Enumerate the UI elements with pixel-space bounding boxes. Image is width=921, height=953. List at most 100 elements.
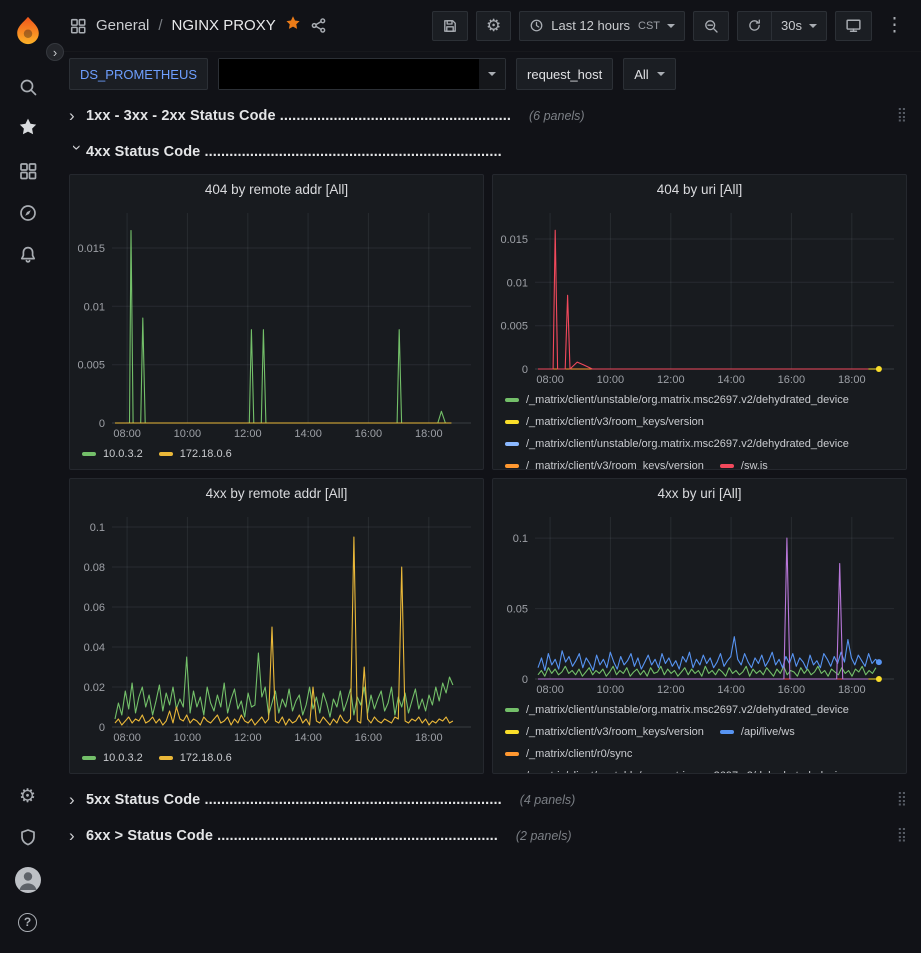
legend-label: /_matrix/client/unstable/org.matrix.msc2… — [526, 394, 849, 406]
legend-item[interactable]: /_matrix/client/v3/room_keys/version — [505, 411, 704, 433]
row-header-1xx-3xx-2xx[interactable]: › 1xx - 3xx - 2xx Status Code ..........… — [69, 102, 907, 129]
bell-icon — [18, 245, 38, 265]
legend-swatch-icon — [82, 756, 96, 760]
chart-legend: /_matrix/client/unstable/org.matrix.msc2… — [493, 699, 906, 773]
sidebar-item-explore[interactable] — [6, 192, 50, 234]
legend-item[interactable]: 172.18.0.6 — [159, 747, 232, 769]
legend-item[interactable]: /_matrix/client/v3/room_keys/version — [505, 455, 704, 469]
sidebar-item-profile[interactable] — [6, 859, 50, 901]
sidebar-item-alerting[interactable] — [6, 234, 50, 276]
legend-label: 172.18.0.6 — [180, 752, 232, 764]
svg-text:0.08: 0.08 — [84, 562, 105, 574]
chevron-right-icon: › — [69, 107, 86, 124]
cycle-view-mode-button[interactable] — [835, 11, 872, 41]
row-header-6xx[interactable]: › 6xx > Status Code ....................… — [69, 822, 907, 849]
legend-swatch-icon — [159, 756, 173, 760]
row-drag-handle[interactable]: ⣿ — [897, 826, 907, 843]
dashboard-title[interactable]: NGINX PROXY — [172, 17, 276, 34]
svg-text:0.02: 0.02 — [84, 682, 105, 694]
chart-404-by-remote-addr[interactable]: 08:0010:0012:0014:0016:0018:0000.0050.01… — [70, 203, 483, 443]
breadcrumb-folder[interactable]: General — [96, 17, 149, 34]
legend-item[interactable]: /_matrix/client/unstable/org.matrix.msc2… — [505, 765, 849, 773]
svg-text:12:00: 12:00 — [657, 684, 685, 696]
grafana-dashboard: ⚙ ? › General / NGINX PROXY — [0, 0, 921, 953]
svg-text:0: 0 — [99, 418, 105, 430]
svg-text:14:00: 14:00 — [717, 374, 745, 386]
svg-text:18:00: 18:00 — [415, 732, 443, 744]
grafana-logo-icon — [13, 15, 43, 50]
svg-text:16:00: 16:00 — [778, 374, 806, 386]
legend-item[interactable]: 10.0.3.2 — [82, 443, 143, 465]
legend-item[interactable]: /_matrix/client/unstable/org.matrix.msc2… — [505, 389, 849, 411]
apps-grid-icon[interactable] — [69, 17, 87, 35]
chevron-right-icon: › — [69, 827, 86, 844]
chevron-right-icon: › — [69, 791, 86, 808]
svg-text:0.015: 0.015 — [500, 234, 528, 246]
legend-swatch-icon — [505, 398, 519, 402]
clock-icon — [529, 18, 544, 33]
sidebar-item-starred[interactable] — [6, 108, 50, 150]
legend-item[interactable]: /_matrix/client/unstable/org.matrix.msc2… — [505, 433, 849, 455]
chart-4xx-by-uri[interactable]: 08:0010:0012:0014:0016:0018:0000.050.1 — [493, 507, 906, 699]
svg-text:18:00: 18:00 — [838, 374, 866, 386]
search-icon — [18, 77, 38, 97]
legend-item[interactable]: /_matrix/client/r0/sync — [505, 743, 632, 765]
legend-item[interactable]: /api/live/ws — [720, 721, 795, 743]
time-range-label: Last 12 hours — [551, 18, 630, 33]
sidebar-item-home[interactable] — [6, 8, 50, 56]
svg-text:12:00: 12:00 — [234, 428, 262, 440]
legend-item[interactable]: 10.0.3.2 — [82, 747, 143, 769]
legend-item[interactable]: /sw.js — [720, 455, 768, 469]
svg-text:0.01: 0.01 — [84, 301, 105, 313]
panel-title[interactable]: 404 by remote addr [All] — [70, 175, 483, 203]
legend-item[interactable]: /_matrix/client/v3/room_keys/version — [505, 721, 704, 743]
svg-text:0: 0 — [522, 674, 528, 686]
kebab-menu-button[interactable]: ⋮ — [880, 11, 909, 41]
panel-title[interactable]: 4xx by remote addr [All] — [70, 479, 483, 507]
share-icon[interactable] — [310, 17, 327, 34]
panel-404-by-uri: 404 by uri [All] 08:0010:0012:0014:0016:… — [492, 174, 907, 470]
legend-item[interactable]: /_matrix/client/unstable/org.matrix.msc2… — [505, 699, 849, 721]
row-header-5xx[interactable]: › 5xx Status Code ......................… — [69, 786, 907, 813]
legend-label: /_matrix/client/r0/sync — [526, 748, 632, 760]
compass-icon — [18, 203, 38, 223]
datasource-select[interactable] — [218, 58, 506, 90]
chevron-down-icon — [667, 24, 675, 28]
sidebar-item-help[interactable]: ? — [6, 901, 50, 943]
favorite-star-icon[interactable] — [285, 15, 301, 36]
panel-title[interactable]: 4xx by uri [All] — [493, 479, 906, 507]
dashboard-settings-button[interactable]: ⚙ — [476, 11, 511, 41]
row-header-4xx[interactable]: › 4xx Status Code ......................… — [69, 138, 907, 165]
row-drag-handle[interactable]: ⣿ — [897, 106, 907, 123]
refresh-button-group[interactable]: 30s — [737, 11, 827, 41]
datasource-label[interactable]: DS_PROMETHEUS — [69, 58, 208, 90]
sidebar-expand-button[interactable]: › — [46, 43, 64, 61]
sidebar-item-configuration[interactable]: ⚙ — [6, 775, 50, 817]
chart-404-by-uri[interactable]: 08:0010:0012:0014:0016:0018:0000.0050.01… — [493, 203, 906, 389]
chevron-down-icon: › — [69, 145, 86, 162]
legend-item[interactable]: 172.18.0.6 — [159, 443, 232, 465]
request-host-select[interactable]: All — [623, 58, 675, 90]
zoom-out-button[interactable] — [693, 11, 729, 41]
sidebar-item-dashboards[interactable] — [6, 150, 50, 192]
legend-label: /_matrix/client/unstable/org.matrix.msc2… — [526, 704, 849, 716]
refresh-interval-label: 30s — [781, 18, 802, 33]
chart-4xx-by-remote-addr[interactable]: 08:0010:0012:0014:0016:0018:0000.020.040… — [70, 507, 483, 747]
save-dashboard-button[interactable] — [432, 11, 468, 41]
svg-text:08:00: 08:00 — [536, 374, 564, 386]
time-range-picker[interactable]: Last 12 hours CST — [519, 11, 685, 41]
request-host-label[interactable]: request_host — [516, 58, 613, 90]
svg-text:08:00: 08:00 — [536, 684, 564, 696]
datasource-select-value — [219, 59, 479, 89]
svg-text:0.005: 0.005 — [500, 321, 528, 333]
sidebar-item-server-admin[interactable] — [6, 817, 50, 859]
panel-title[interactable]: 404 by uri [All] — [493, 175, 906, 203]
panel-4xx-by-uri: 4xx by uri [All] 08:0010:0012:0014:0016:… — [492, 478, 907, 774]
sidebar-item-search[interactable] — [6, 66, 50, 108]
zoom-out-icon — [703, 18, 719, 34]
svg-text:08:00: 08:00 — [113, 428, 141, 440]
legend-swatch-icon — [505, 708, 519, 712]
request-host-value: All — [634, 67, 648, 82]
row-drag-handle[interactable]: ⣿ — [897, 790, 907, 807]
shield-icon — [18, 828, 38, 848]
